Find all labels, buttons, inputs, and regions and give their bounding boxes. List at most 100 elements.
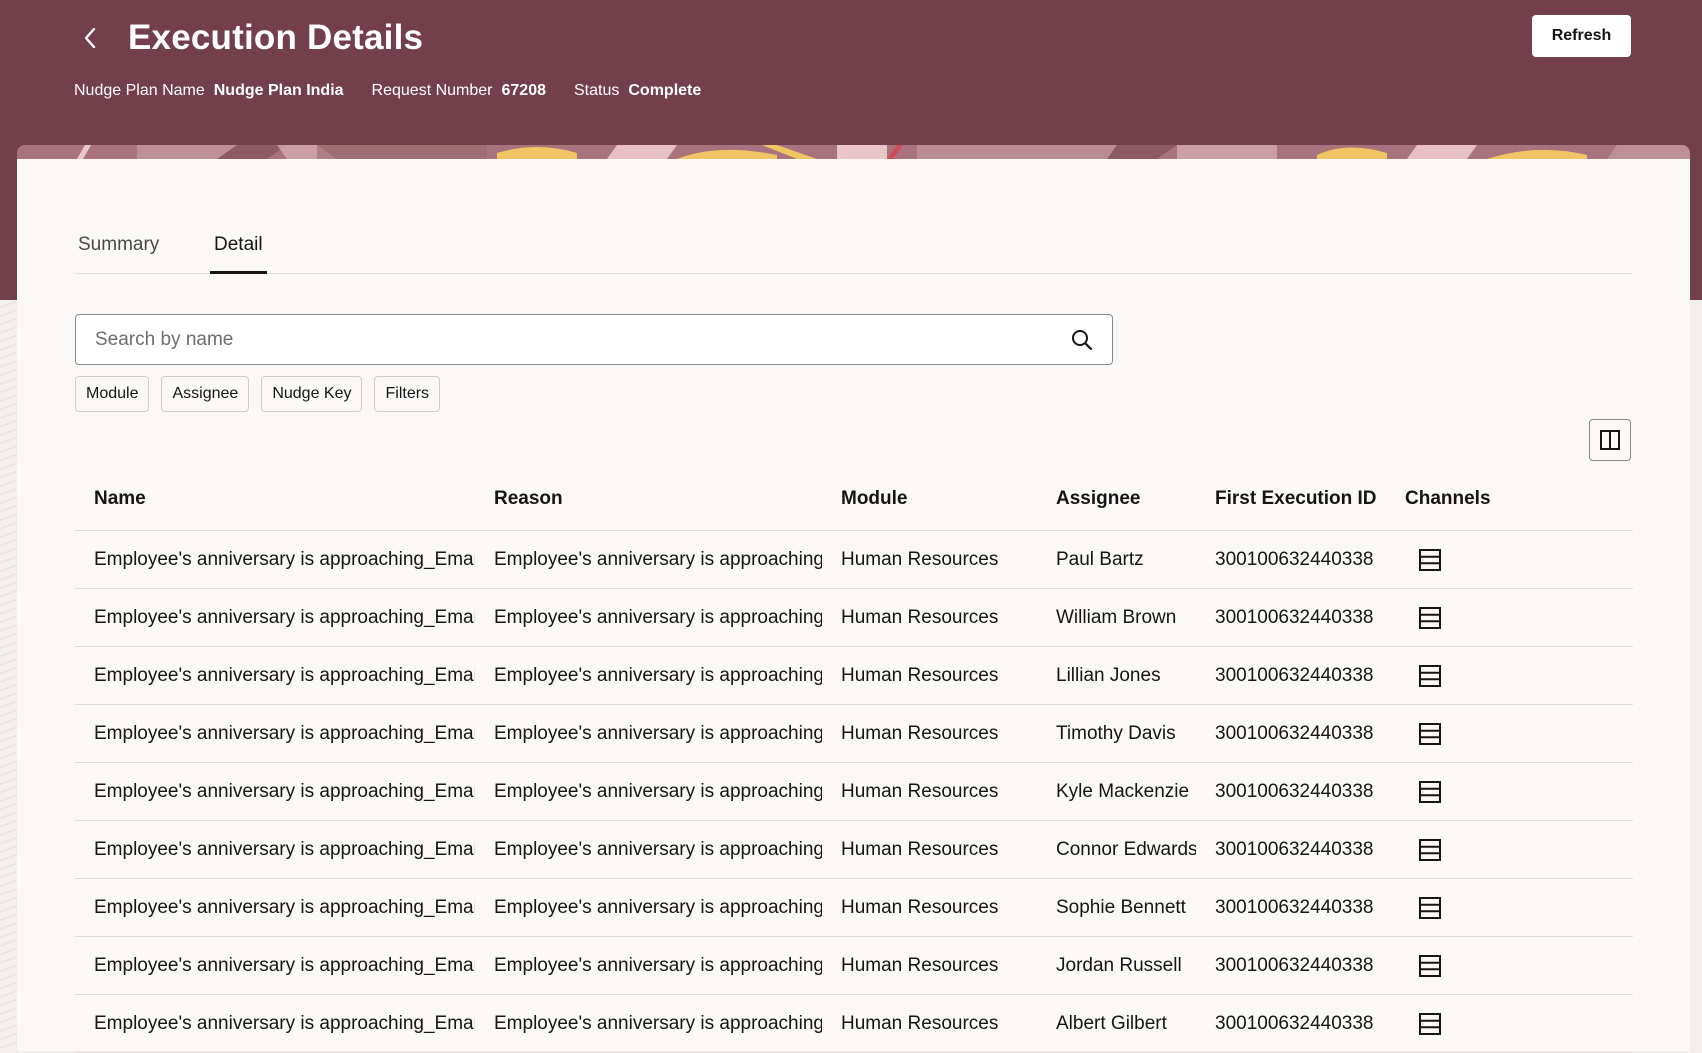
search-field xyxy=(75,314,1113,365)
filter-chip-filters[interactable]: Filters xyxy=(374,376,441,412)
table-row[interactable]: Employee's anniversary is approaching_Em… xyxy=(75,588,1633,647)
execution-table: Name Reason Module Assignee First Execut… xyxy=(75,467,1633,1053)
cell-name: Employee's anniversary is approaching_Em… xyxy=(75,878,475,937)
content-card: Summary Detail Module Assignee Nudge Key… xyxy=(17,159,1690,1053)
tab-bar: Summary Detail xyxy=(75,225,1633,274)
cell-name: Employee's anniversary is approaching_Em… xyxy=(75,762,475,821)
meta-label: Request Number xyxy=(371,82,493,99)
list-icon[interactable] xyxy=(1418,722,1442,746)
cell-channels xyxy=(1386,994,1633,1053)
cell-name: Employee's anniversary is approaching_Em… xyxy=(75,704,475,763)
cell-reason: Employee's anniversary is approaching xyxy=(475,530,822,589)
meta-label: Nudge Plan Name xyxy=(74,82,205,99)
meta-value: Nudge Plan India xyxy=(213,82,344,99)
cell-reason: Employee's anniversary is approaching xyxy=(475,704,822,763)
list-icon[interactable] xyxy=(1418,838,1442,862)
cell-assignee: William Brown xyxy=(1037,588,1196,647)
tab-detail[interactable]: Detail xyxy=(210,225,267,274)
meta-value: 67208 xyxy=(501,82,547,99)
search-input[interactable] xyxy=(76,314,1062,365)
list-icon[interactable] xyxy=(1418,548,1442,572)
cell-reason: Employee's anniversary is approaching xyxy=(475,820,822,879)
cell-first-execution-id: 300100632440338 xyxy=(1196,762,1386,821)
table-row[interactable]: Employee's anniversary is approaching_Em… xyxy=(75,820,1633,879)
cell-assignee: Connor Edwards xyxy=(1037,820,1196,879)
decorative-pattern xyxy=(17,145,1690,159)
cell-module: Human Resources xyxy=(822,878,1037,937)
cell-assignee: Sophie Bennett xyxy=(1037,878,1196,937)
cell-first-execution-id: 300100632440338 xyxy=(1196,588,1386,647)
list-icon[interactable] xyxy=(1418,606,1442,630)
column-header-reason[interactable]: Reason xyxy=(475,467,822,531)
search-icon-graphic xyxy=(1072,329,1093,350)
filter-chip-nudge-key[interactable]: Nudge Key xyxy=(261,376,363,412)
list-icon[interactable] xyxy=(1418,954,1442,978)
cell-reason: Employee's anniversary is approaching xyxy=(475,588,822,647)
cell-module: Human Resources xyxy=(822,762,1037,821)
cell-first-execution-id: 300100632440338 xyxy=(1196,994,1386,1053)
cell-reason: Employee's anniversary is approaching xyxy=(475,762,822,821)
table-row[interactable]: Employee's anniversary is approaching_Em… xyxy=(75,530,1633,589)
column-header-first-execution-id[interactable]: First Execution ID xyxy=(1196,467,1386,531)
title-row: Execution Details xyxy=(74,14,423,62)
cell-assignee: Lillian Jones xyxy=(1037,646,1196,705)
table-header-row: Name Reason Module Assignee First Execut… xyxy=(75,467,1633,531)
search-icon[interactable] xyxy=(1062,320,1102,360)
cell-channels xyxy=(1386,820,1633,879)
cell-channels xyxy=(1386,530,1633,589)
cell-module: Human Resources xyxy=(822,994,1037,1053)
list-icon[interactable] xyxy=(1418,1012,1442,1036)
cell-reason: Employee's anniversary is approaching xyxy=(475,646,822,705)
column-header-module[interactable]: Module xyxy=(822,467,1037,531)
cell-first-execution-id: 300100632440338 xyxy=(1196,820,1386,879)
plan-metadata: Nudge Plan Name Nudge Plan India Request … xyxy=(74,82,729,100)
refresh-button[interactable]: Refresh xyxy=(1532,15,1631,57)
filter-chip-module[interactable]: Module xyxy=(75,376,150,412)
filter-chip-assignee[interactable]: Assignee xyxy=(161,376,250,412)
cell-first-execution-id: 300100632440338 xyxy=(1196,646,1386,705)
cell-assignee: Paul Bartz xyxy=(1037,530,1196,589)
cell-channels xyxy=(1386,704,1633,763)
background-texture xyxy=(0,300,17,1051)
cell-channels xyxy=(1386,646,1633,705)
cell-first-execution-id: 300100632440338 xyxy=(1196,530,1386,589)
cell-name: Employee's anniversary is approaching_Em… xyxy=(75,646,475,705)
page-title: Execution Details xyxy=(128,18,424,57)
cell-module: Human Resources xyxy=(822,646,1037,705)
column-header-assignee[interactable]: Assignee xyxy=(1037,467,1196,531)
cell-module: Human Resources xyxy=(822,530,1037,589)
cell-module: Human Resources xyxy=(822,936,1037,995)
back-button[interactable] xyxy=(74,18,106,58)
table-row[interactable]: Employee's anniversary is approaching_Em… xyxy=(75,646,1633,705)
list-icon[interactable] xyxy=(1418,780,1442,804)
pattern-graphic xyxy=(17,145,1690,159)
cell-name: Employee's anniversary is approaching_Em… xyxy=(75,588,475,647)
tab-summary[interactable]: Summary xyxy=(78,225,210,273)
cell-channels xyxy=(1386,588,1633,647)
column-header-channels[interactable]: Channels xyxy=(1386,467,1633,531)
table-row[interactable]: Employee's anniversary is approaching_Em… xyxy=(75,762,1633,821)
table-row[interactable]: Employee's anniversary is approaching_Em… xyxy=(75,994,1633,1053)
cell-first-execution-id: 300100632440338 xyxy=(1196,936,1386,995)
cell-channels xyxy=(1386,878,1633,937)
cell-name: Employee's anniversary is approaching_Em… xyxy=(75,994,475,1053)
meta-status: Status Complete xyxy=(574,82,701,100)
meta-request-number: Request Number 67208 xyxy=(372,82,546,100)
list-icon[interactable] xyxy=(1418,664,1442,688)
cell-assignee: Albert Gilbert xyxy=(1037,994,1196,1053)
table-body: Employee's anniversary is approaching_Em… xyxy=(75,530,1633,1053)
cell-module: Human Resources xyxy=(822,588,1037,647)
table-row[interactable]: Employee's anniversary is approaching_Em… xyxy=(75,704,1633,763)
cell-assignee: Jordan Russell xyxy=(1037,936,1196,995)
column-layout-button[interactable] xyxy=(1589,419,1631,461)
cell-module: Human Resources xyxy=(822,704,1037,763)
cell-assignee: Timothy Davis xyxy=(1037,704,1196,763)
column-header-name[interactable]: Name xyxy=(75,467,475,531)
table-row[interactable]: Employee's anniversary is approaching_Em… xyxy=(75,936,1633,995)
cell-channels xyxy=(1386,936,1633,995)
cell-first-execution-id: 300100632440338 xyxy=(1196,878,1386,937)
table-row[interactable]: Employee's anniversary is approaching_Em… xyxy=(75,878,1633,937)
cell-reason: Employee's anniversary is approaching xyxy=(475,878,822,937)
list-icon[interactable] xyxy=(1418,896,1442,920)
meta-label: Status xyxy=(574,82,620,99)
